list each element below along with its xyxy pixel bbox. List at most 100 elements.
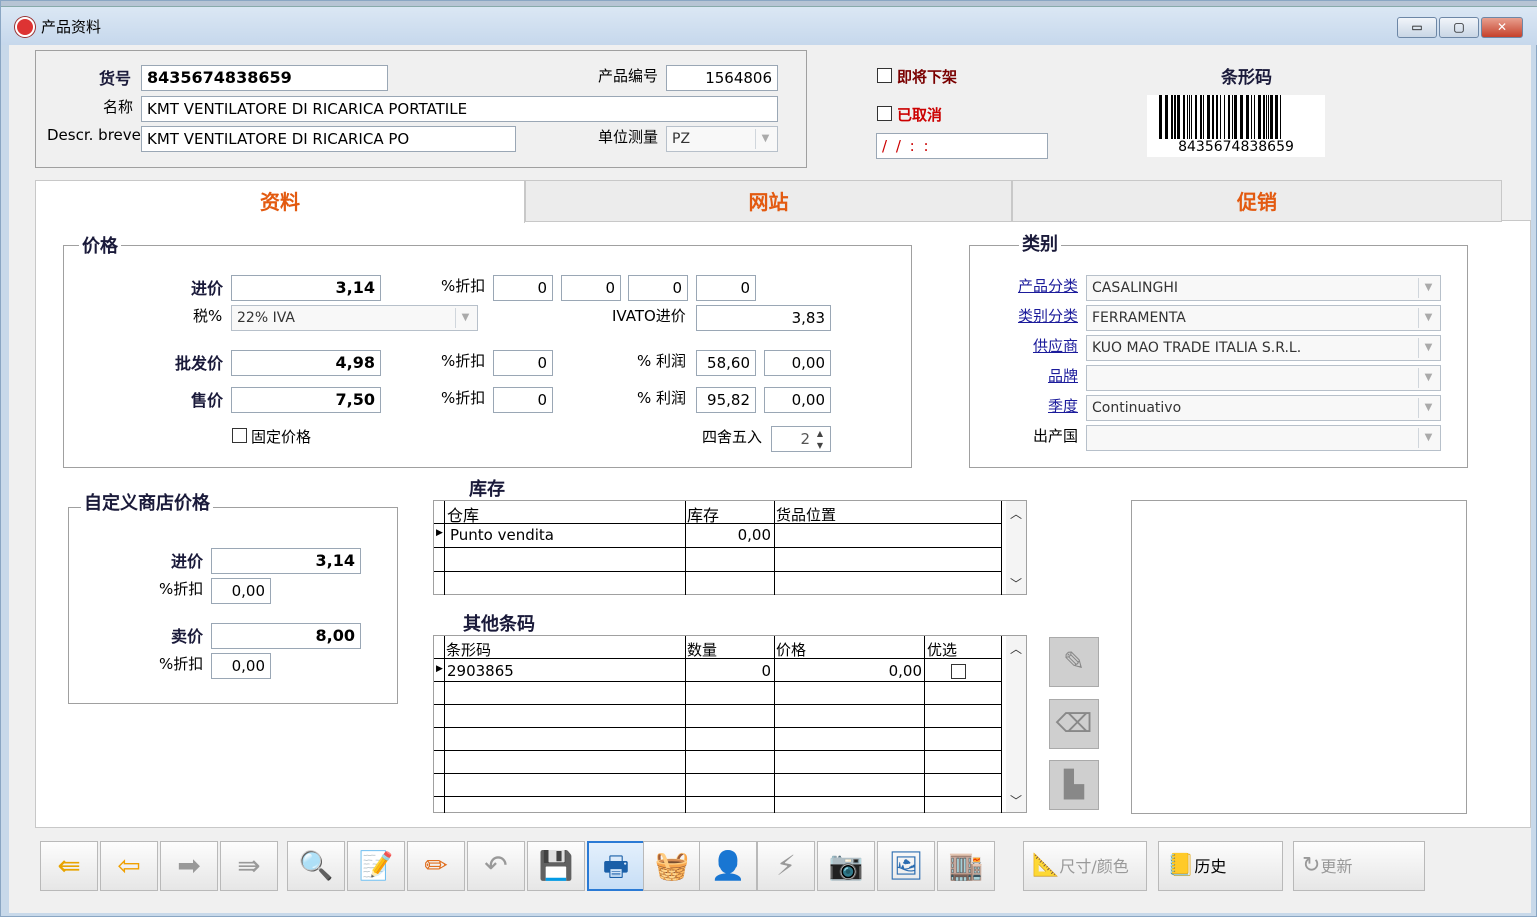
tax-select[interactable]: 22% IVA ▼ xyxy=(231,305,478,331)
warehouse-icon[interactable]: 🏬 xyxy=(937,841,995,891)
category-label-0[interactable]: 产品分类 xyxy=(1018,275,1078,296)
category-label-1[interactable]: 类别分类 xyxy=(1018,305,1078,326)
barcode-cell-code[interactable]: 2903865 xyxy=(447,662,514,680)
update-label: 更新 xyxy=(1320,857,1353,876)
descr-field[interactable]: KMT VENTILATORE DI RICARICA PO xyxy=(141,126,516,152)
next-record-icon[interactable]: ➡ xyxy=(160,841,218,891)
tax-value: 22% IVA xyxy=(237,310,295,326)
scroll-down-icon[interactable]: ﹀ xyxy=(1010,792,1022,809)
sale-profit2-field[interactable]: 0,00 xyxy=(764,387,831,413)
category-legend: 类别 xyxy=(1019,230,1061,256)
undo-icon[interactable]: ↶ xyxy=(467,841,525,891)
purchase-field[interactable]: 3,14 xyxy=(231,275,381,301)
unit-select[interactable]: PZ ▼ xyxy=(666,126,778,152)
shop-purchase-field[interactable]: 3,14 xyxy=(211,548,361,574)
shop-discount2-field[interactable]: 0,00 xyxy=(211,653,271,679)
wholesale-discount-field[interactable]: 0 xyxy=(493,350,553,376)
category-select-1[interactable]: FERRAMENTA ▼ xyxy=(1086,305,1441,331)
wholesale-field[interactable]: 4,98 xyxy=(231,350,381,376)
fixed-price-checkbox[interactable] xyxy=(232,428,247,443)
discount-field-2[interactable]: 0 xyxy=(561,275,621,301)
stock-scrollbar[interactable]: ︿ ﹀ xyxy=(1006,501,1026,594)
spin-up-icon[interactable]: ▲ xyxy=(813,428,827,440)
size-color-button[interactable]: 📐尺寸/颜色 xyxy=(1023,841,1147,891)
stock-cell-qty[interactable]: 0,00 xyxy=(687,526,771,544)
maximize-button[interactable]: ▢ xyxy=(1439,17,1479,38)
barcode-cell-price[interactable]: 0,00 xyxy=(776,662,922,680)
wholesale-profit-field[interactable]: 58,60 xyxy=(696,350,756,376)
category-label-4[interactable]: 季度 xyxy=(1048,395,1078,416)
discount-field-3[interactable]: 0 xyxy=(628,275,688,301)
scroll-up-icon[interactable]: ︿ xyxy=(1010,505,1022,522)
discount-field-1[interactable]: 0 xyxy=(493,275,553,301)
name-label: 名称 xyxy=(103,98,134,116)
cancelled-checkbox[interactable] xyxy=(877,106,892,121)
size-color-label: 尺寸/颜色 xyxy=(1059,857,1129,876)
sale-field[interactable]: 7,50 xyxy=(231,387,381,413)
scroll-down-icon[interactable]: ﹀ xyxy=(1010,575,1022,592)
product-image-box[interactable] xyxy=(1131,500,1467,814)
card-icon[interactable]: ▙ xyxy=(1049,760,1099,810)
category-label-3[interactable]: 品牌 xyxy=(1048,365,1078,386)
search-icon[interactable]: 🔍 xyxy=(287,841,345,891)
stock-grid: 仓库 库存 货品位置 ▶ Punto vendita 0,00 ︿ ﹀ xyxy=(433,500,1027,595)
history-label: 历史 xyxy=(1194,857,1227,876)
history-button[interactable]: 📒历史 xyxy=(1158,841,1283,891)
update-button[interactable]: ↻更新 xyxy=(1293,841,1425,891)
tab-website[interactable]: 网站 xyxy=(525,180,1012,222)
eraser-icon[interactable]: ⌫ xyxy=(1049,699,1099,749)
save-icon[interactable]: 💾 xyxy=(527,841,585,891)
pictures-icon[interactable]: 🖼 xyxy=(877,841,935,891)
sale-profit-field[interactable]: 95,82 xyxy=(696,387,756,413)
minimize-button[interactable]: ▭ xyxy=(1397,17,1437,38)
discount-field-4[interactable]: 0 xyxy=(696,275,756,301)
shop-sale-label: 卖价 xyxy=(171,627,204,646)
category-label-2[interactable]: 供应商 xyxy=(1033,335,1078,356)
barcode-cell-qty[interactable]: 0 xyxy=(687,662,771,680)
barcode-preferred-checkbox[interactable] xyxy=(951,664,966,679)
category-label-5: 出产国 xyxy=(1032,427,1078,445)
previous-record-icon[interactable]: ⇦ xyxy=(100,841,158,891)
code-label: 货号 xyxy=(99,69,132,88)
last-record-icon[interactable]: ⇛ xyxy=(220,841,278,891)
barcode-title: 条形码 xyxy=(1221,68,1272,88)
round-label: 四舍五入 xyxy=(702,428,763,446)
tab-info[interactable]: 资料 xyxy=(35,180,525,223)
shop-purchase-label: 进价 xyxy=(171,552,204,571)
category-select-5[interactable]: ▼ xyxy=(1086,425,1441,451)
category-select-4[interactable]: Continuativo ▼ xyxy=(1086,395,1441,421)
notes-icon[interactable]: 📝 xyxy=(347,841,405,891)
name-field[interactable]: KMT VENTILATORE DI RICARICA PORTATILE xyxy=(141,96,778,122)
chevron-down-icon: ▼ xyxy=(1418,368,1438,388)
scroll-up-icon[interactable]: ︿ xyxy=(1010,640,1022,657)
edit-pen-icon[interactable]: ✎ xyxy=(1049,637,1099,687)
spin-down-icon[interactable]: ▼ xyxy=(813,440,827,452)
wholesale-discount-label: %折扣 xyxy=(441,352,486,370)
lightning-icon[interactable]: ⚡ xyxy=(757,841,815,891)
pencil-icon[interactable]: ✏ xyxy=(407,841,465,891)
first-record-icon[interactable]: ⇚ xyxy=(40,841,98,891)
close-button[interactable]: ✕ xyxy=(1481,17,1523,38)
tab-promotion[interactable]: 促销 xyxy=(1012,180,1502,222)
category-select-0[interactable]: CASALINGHI ▼ xyxy=(1086,275,1441,301)
camera-icon[interactable]: 📷 xyxy=(817,841,875,891)
wholesale-profit2-field[interactable]: 0,00 xyxy=(764,350,831,376)
ivato-field[interactable]: 3,83 xyxy=(696,305,831,331)
shop-discount1-field[interactable]: 0,00 xyxy=(211,578,271,604)
basket-icon[interactable]: 🧺 xyxy=(643,841,701,891)
product-no-field[interactable]: 1564806 xyxy=(666,65,778,91)
print-icon[interactable]: 🖶 xyxy=(587,841,645,891)
barcodes-scrollbar[interactable]: ︿ ﹀ xyxy=(1006,636,1026,812)
sale-discount-field[interactable]: 0 xyxy=(493,387,553,413)
shop-sale-field[interactable]: 8,00 xyxy=(211,623,361,649)
discount-label: %折扣 xyxy=(441,277,486,295)
stock-cell-warehouse[interactable]: Punto vendita xyxy=(450,526,554,544)
category-value-4: Continuativo xyxy=(1092,400,1182,416)
cancel-date-field[interactable]: / / : : xyxy=(876,133,1048,159)
user-icon[interactable]: 👤 xyxy=(699,841,757,891)
category-select-3[interactable]: ▼ xyxy=(1086,365,1441,391)
shop-price-legend: 自定义商店价格 xyxy=(81,489,213,515)
soon-off-checkbox[interactable] xyxy=(877,68,892,83)
code-field[interactable]: 8435674838659 xyxy=(141,65,388,91)
category-select-2[interactable]: KUO MAO TRADE ITALIA S.R.L. ▼ xyxy=(1086,335,1441,361)
